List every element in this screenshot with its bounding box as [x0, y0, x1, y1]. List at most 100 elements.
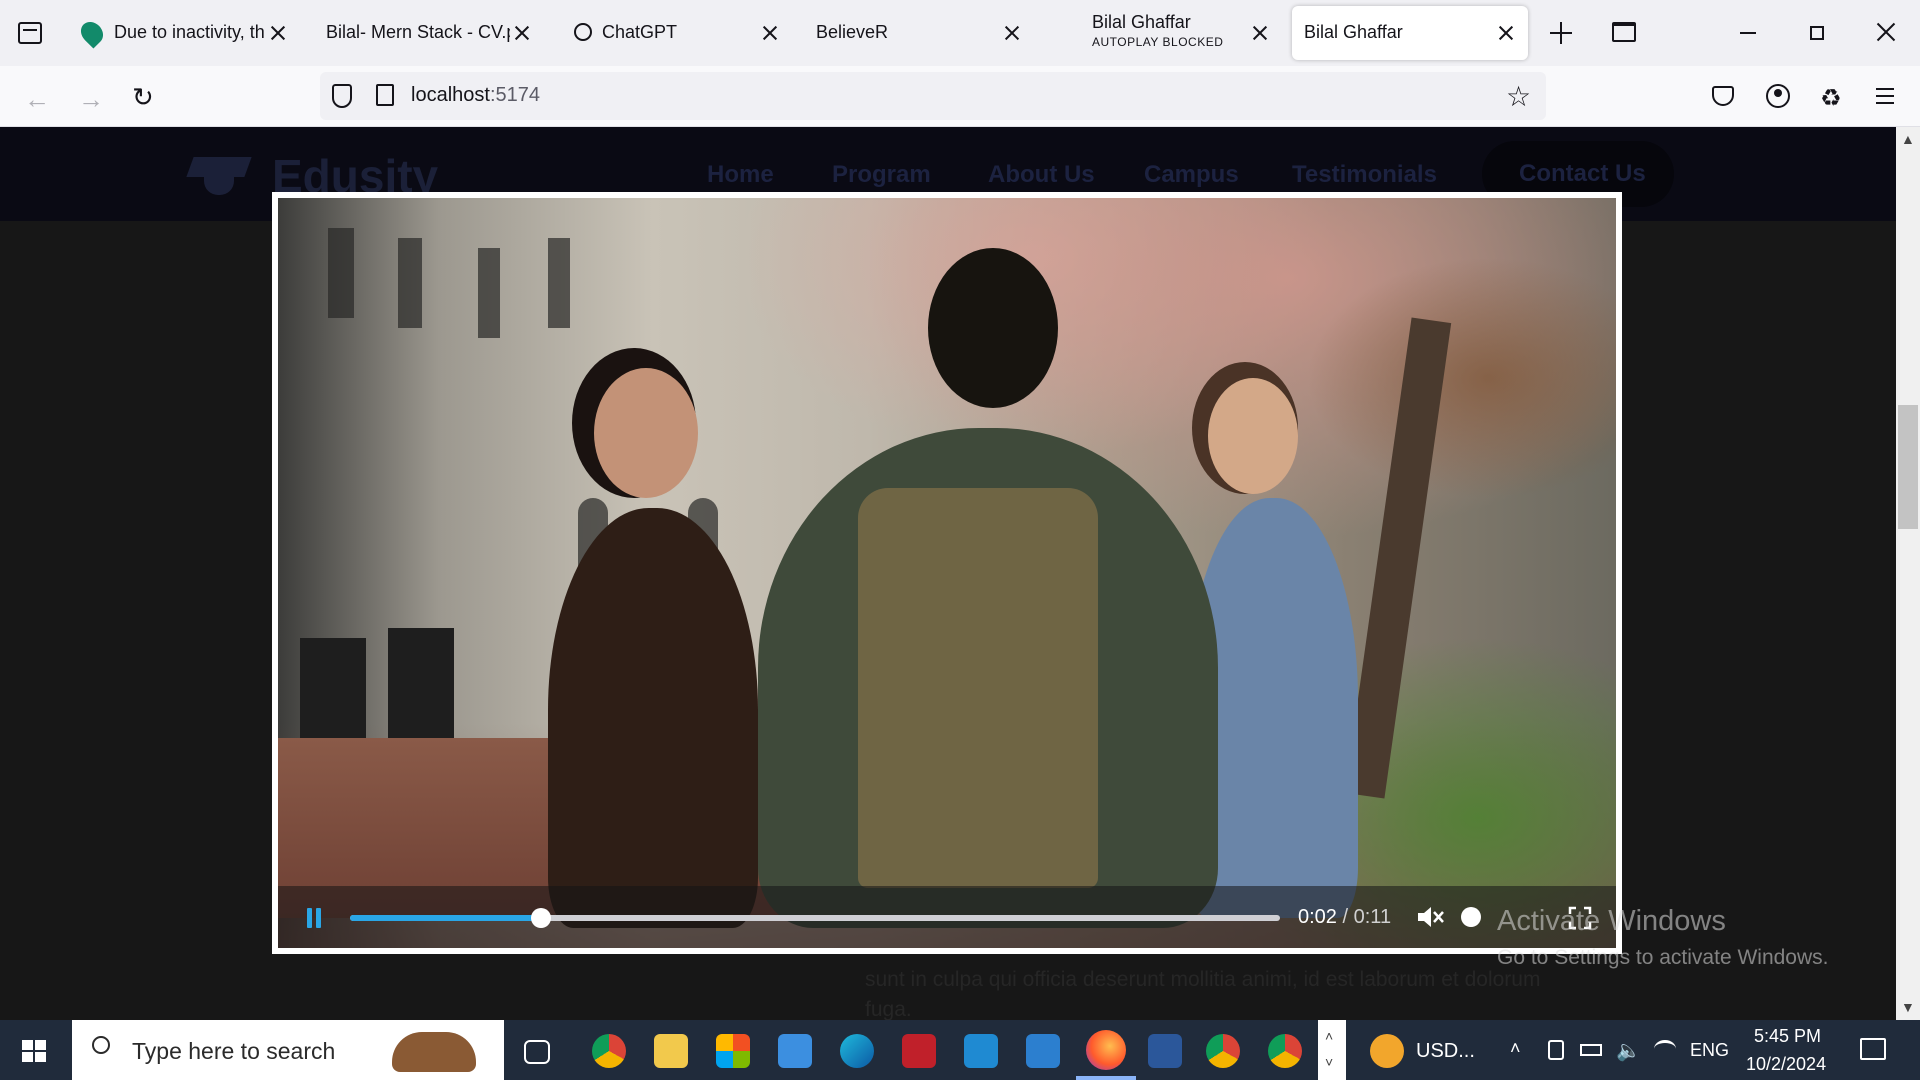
tab-title: ChatGPT — [602, 22, 678, 42]
photos-icon[interactable] — [1026, 1034, 1060, 1068]
video-frame[interactable]: 0:02 / 0:11 — [278, 198, 1616, 948]
muted-speaker-icon[interactable] — [1416, 904, 1444, 930]
windows-start-icon[interactable] — [22, 1040, 46, 1062]
map-pin-icon — [76, 17, 108, 49]
search-icon — [92, 1036, 110, 1054]
close-tab-icon[interactable] — [1250, 23, 1270, 43]
tab-bilal-active[interactable]: Bilal Ghaffar — [1292, 6, 1528, 60]
tab-bilal-autoplay[interactable]: Bilal Ghaffar AUTOPLAY BLOCKED — [1080, 6, 1276, 60]
pocket-icon[interactable] — [1712, 86, 1734, 106]
clock-date[interactable]: 10/2/2024 — [1746, 1054, 1826, 1075]
trash-can — [300, 638, 366, 738]
autoplay-blocked-label: AUTOPLAY BLOCKED — [1092, 35, 1224, 49]
bear-illustration-icon — [392, 1032, 476, 1072]
tree-trunk — [1344, 317, 1452, 799]
nav-home[interactable]: Home — [707, 161, 774, 189]
firefox-view-icon[interactable] — [1612, 22, 1636, 42]
student-right-head — [1208, 378, 1298, 494]
building-window — [398, 238, 422, 328]
restore-icon[interactable] — [1810, 26, 1824, 40]
menu-icon[interactable] — [1876, 88, 1894, 104]
minimize-icon[interactable] — [1740, 32, 1756, 34]
clock-time[interactable]: 5:45 PM — [1754, 1026, 1821, 1047]
tab-title: Bilal- Mern Stack - CV.p — [326, 22, 510, 42]
tab-cv[interactable]: Bilal- Mern Stack - CV.p — [316, 6, 538, 60]
trash-can — [388, 628, 454, 738]
tracking-shield-icon[interactable] — [332, 84, 352, 108]
duration: 0:11 — [1353, 906, 1392, 928]
microsoft-store-icon[interactable] — [716, 1034, 750, 1068]
chatgpt-logo-icon — [574, 23, 592, 41]
page-icon[interactable] — [376, 84, 394, 106]
file-explorer-icon[interactable] — [654, 1034, 688, 1068]
active-app-highlight — [1076, 1076, 1136, 1080]
graduation-cap-icon — [186, 151, 252, 197]
forward-icon[interactable]: → — [78, 84, 104, 115]
activate-windows-subtitle: Go to Settings to activate Windows. — [1497, 946, 1829, 969]
mail-icon[interactable] — [778, 1034, 812, 1068]
wifi-icon[interactable] — [1654, 1040, 1676, 1058]
volume-slider-handle[interactable] — [1461, 907, 1481, 927]
nav-testimonials[interactable]: Testimonials — [1292, 161, 1437, 189]
pause-icon[interactable] — [306, 908, 322, 928]
building-window — [328, 228, 354, 318]
body-paragraph: sunt in culpa qui officia deserunt molli… — [865, 968, 1541, 1020]
new-tab-icon[interactable] — [1550, 22, 1572, 44]
bookmark-star-icon[interactable]: ☆ — [1506, 80, 1531, 113]
building-window — [478, 248, 500, 338]
back-icon[interactable]: ← — [24, 84, 50, 115]
seek-handle[interactable] — [530, 908, 551, 928]
close-tab-icon[interactable] — [1002, 23, 1022, 43]
browser-tab-strip: Due to inactivity, the Bilal- Mern Stack… — [0, 0, 1920, 66]
meet-now-icon[interactable] — [1548, 1040, 1564, 1060]
word-icon[interactable] — [1148, 1034, 1182, 1068]
close-tab-icon[interactable] — [760, 23, 780, 43]
taskbar-overflow-icon[interactable]: ˄ ˅ — [1318, 1020, 1346, 1080]
notifications-icon[interactable] — [1860, 1038, 1886, 1060]
tab-believer[interactable]: BelieveR — [806, 6, 1028, 60]
show-hidden-icons[interactable]: ˄ — [1510, 1038, 1521, 1059]
video-player[interactable]: 0:02 / 0:11 — [272, 192, 1622, 954]
close-tab-icon[interactable] — [1496, 23, 1516, 43]
tab-inactivity[interactable]: Due to inactivity, the — [72, 6, 294, 60]
firefox-icon[interactable] — [1086, 1030, 1126, 1070]
scroll-down-icon[interactable]: ▼ — [1901, 999, 1915, 1015]
chrome-icon[interactable] — [592, 1034, 626, 1068]
seek-bar[interactable] — [350, 908, 1280, 928]
vscode-icon[interactable] — [964, 1034, 998, 1068]
url-text[interactable]: localhost:5174 — [411, 84, 540, 107]
scrollbar-thumb[interactable] — [1898, 405, 1918, 529]
tab-chatgpt[interactable]: ChatGPT — [564, 6, 786, 60]
url-port: :5174 — [489, 84, 540, 106]
battery-icon[interactable] — [1580, 1044, 1602, 1056]
chrome-icon-2[interactable] — [1268, 1034, 1302, 1068]
reload-icon[interactable]: ↻ — [132, 82, 154, 113]
currency-widget[interactable]: USD... — [1416, 1040, 1475, 1063]
list-all-tabs-icon[interactable] — [18, 22, 42, 44]
edge-icon[interactable] — [840, 1034, 874, 1068]
chrome-profile-icon[interactable] — [1206, 1034, 1240, 1068]
close-tab-icon[interactable] — [268, 23, 288, 43]
current-time: 0:02 — [1298, 906, 1337, 928]
volume-icon[interactable]: 🔈 — [1616, 1038, 1641, 1063]
student-center-head — [928, 248, 1058, 408]
tab-title: Bilal Ghaffar — [1304, 22, 1403, 42]
contact-us-label: Contact Us — [1519, 160, 1646, 187]
close-window-icon[interactable] — [1876, 22, 1896, 42]
account-icon[interactable] — [1766, 84, 1790, 108]
screen-recorder-icon[interactable] — [902, 1034, 936, 1068]
scroll-up-icon[interactable]: ▲ — [1901, 131, 1915, 147]
close-tab-icon[interactable] — [512, 23, 532, 43]
nav-campus[interactable]: Campus — [1144, 161, 1239, 189]
page-scrollbar[interactable]: ▲ ▼ — [1896, 127, 1920, 1020]
video-controls: 0:02 / 0:11 — [278, 886, 1616, 948]
url-host: localhost — [411, 84, 490, 106]
nav-program[interactable]: Program — [832, 161, 931, 189]
nav-about-us[interactable]: About Us — [988, 161, 1095, 189]
backpack — [858, 488, 1098, 888]
extensions-icon[interactable]: ♻ — [1820, 84, 1842, 113]
language-indicator[interactable]: ENG — [1690, 1040, 1729, 1061]
task-view-icon[interactable] — [524, 1040, 550, 1064]
student-left-body — [548, 508, 758, 928]
coins-icon[interactable] — [1370, 1034, 1404, 1068]
